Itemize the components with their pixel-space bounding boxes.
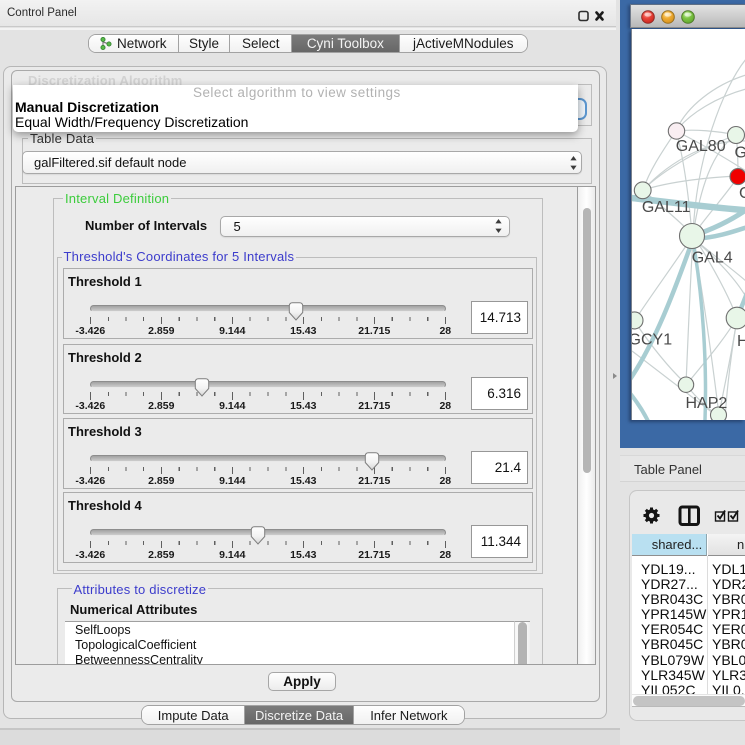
svg-text:G...: G... <box>735 145 745 162</box>
svg-text:GAL4: GAL4 <box>692 250 733 267</box>
svg-text:GCY1: GCY1 <box>632 332 672 349</box>
svg-text:C...: C... <box>739 185 745 202</box>
svg-text:GAL11: GAL11 <box>642 199 691 216</box>
svg-text:H: H <box>737 333 745 350</box>
svg-text:GAL80: GAL80 <box>676 138 726 155</box>
svg-text:HAP2: HAP2 <box>686 395 728 412</box>
